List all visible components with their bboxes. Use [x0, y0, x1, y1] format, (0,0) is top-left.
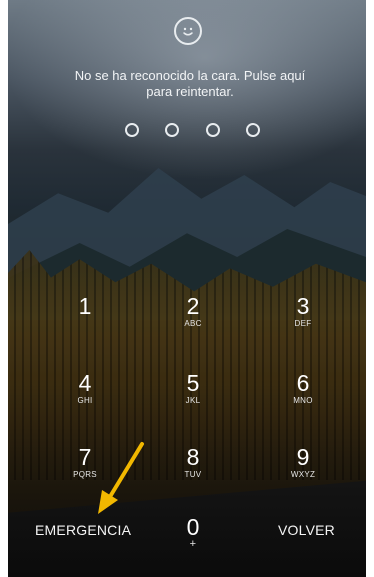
key-5[interactable]: 5 JKL [158, 370, 228, 416]
back-button[interactable]: VOLVER [278, 522, 335, 538]
key-letters: MNO [293, 396, 313, 405]
key-digit: 9 [296, 444, 310, 470]
key-3[interactable]: 3 DEF [268, 293, 338, 339]
key-6[interactable]: 6 MNO [268, 370, 338, 416]
key-digit: 1 [78, 293, 92, 319]
pin-entry-dots [125, 123, 260, 139]
pin-dot [205, 123, 220, 137]
face-smile-icon[interactable] [174, 17, 202, 45]
pin-dot [125, 123, 139, 137]
pin-dot [165, 123, 180, 137]
key-digit: 4 [78, 370, 92, 396]
key-letters: + [189, 538, 197, 550]
key-digit: 2 [186, 293, 200, 319]
key-letters: GHI [77, 396, 93, 405]
key-digit: 8 [186, 444, 200, 470]
pin-dot [245, 123, 260, 137]
key-2[interactable]: 2 ABC [158, 293, 228, 339]
key-digit: 3 [296, 293, 310, 319]
message-line-1: No se ha reconocido la cara. Pulse aquí [74, 68, 306, 83]
arrow-pointing-icon [98, 442, 144, 514]
message-line-2: para reintentar. [146, 84, 234, 99]
key-0[interactable]: 0 + [158, 514, 228, 560]
key-letters: WXYZ [290, 470, 316, 479]
key-letters: JKL [185, 396, 201, 405]
key-9[interactable]: 9 WXYZ [268, 444, 338, 490]
key-digit: 0 [186, 514, 200, 540]
key-8[interactable]: 8 TUV [158, 444, 228, 490]
emergency-button[interactable]: EMERGENCIA [35, 522, 131, 538]
key-letters: ABC [184, 319, 202, 328]
key-1[interactable]: 1 [50, 293, 120, 339]
key-digit: 5 [186, 370, 200, 396]
face-unlock-message[interactable]: No se ha reconocido la cara. Pulse aquí … [40, 68, 340, 100]
key-letters: DEF [294, 319, 312, 328]
key-4[interactable]: 4 GHI [50, 370, 120, 416]
key-letters: TUV [184, 470, 202, 479]
key-digit: 6 [296, 370, 310, 396]
